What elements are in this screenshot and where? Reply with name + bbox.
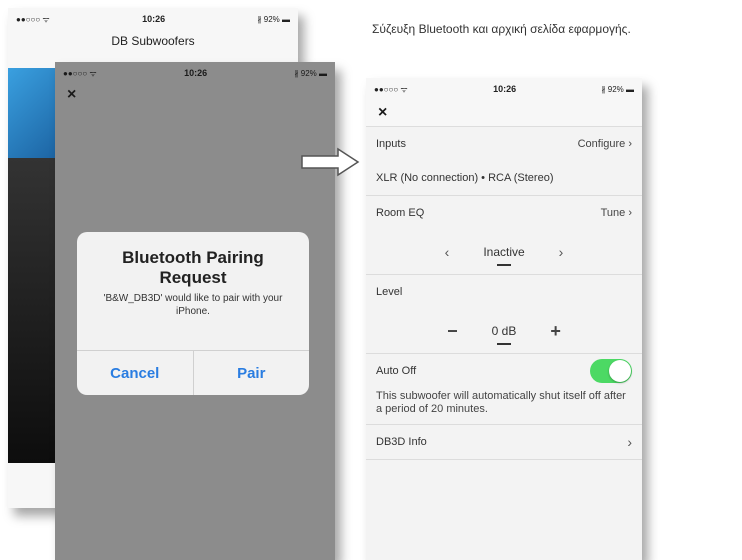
pair-button[interactable]: Pair [192, 351, 310, 395]
auto-off-row: Auto Off [366, 354, 642, 388]
battery-indicator: ∦ 92% ▬ [257, 14, 290, 24]
level-value: 0 dB [491, 324, 517, 338]
room-eq-selector: ‹ Inactive › [366, 230, 642, 275]
room-eq-value: Inactive [483, 245, 525, 259]
close-icon[interactable]: × [55, 84, 335, 106]
inputs-label: Inputs [376, 138, 406, 150]
auto-off-toggle[interactable] [590, 359, 632, 383]
screen-title: DB Subwoofers [111, 34, 195, 48]
status-time: 10:26 [184, 68, 208, 78]
info-row[interactable]: DB3D Info › [366, 425, 642, 460]
bluetooth-pairing-alert: Bluetooth Pairing Request 'B&W_DB3D' wou… [77, 232, 309, 395]
signal-indicator: ●●○○○ ᯤ [374, 84, 408, 94]
minus-button[interactable]: − [447, 321, 458, 342]
status-bar: ●●○○○ ᯤ 10:26 ∦ 92% ▬ [366, 78, 642, 100]
caption: Σύζευξη Bluetooth και αρχική σελίδα εφαρ… [372, 22, 631, 36]
next-chevron-icon[interactable]: › [559, 244, 564, 260]
auto-off-description: This subwoofer will automatically shut i… [366, 388, 642, 425]
pairing-dialog-screenshot: ●●○○○ ᯤ 10:26 ∦ 92% ▬ × Bluetooth Pairin… [55, 62, 335, 560]
close-icon[interactable]: × [366, 100, 642, 126]
inputs-value-text: XLR (No connection) • RCA (Stereo) [376, 172, 554, 184]
info-label: DB3D Info [376, 436, 427, 448]
right-arrow-icon [301, 147, 360, 177]
configure-link[interactable]: Configure › [578, 138, 632, 150]
app-home-screenshot: ●●○○○ ᯤ 10:26 ∦ 92% ▬ × Inputs Configure… [366, 78, 642, 560]
room-eq-row: Room EQ Tune › [366, 196, 642, 230]
level-row: Level [366, 275, 642, 309]
tune-link[interactable]: Tune › [601, 207, 632, 219]
signal-indicator: ●●○○○ ᯤ [16, 14, 50, 24]
status-bar: ●●○○○ ᯤ 10:26 ∦ 92% ▬ [8, 8, 298, 30]
inputs-value: XLR (No connection) • RCA (Stereo) [366, 161, 642, 196]
status-bar: ●●○○○ ᯤ 10:26 ∦ 92% ▬ [55, 62, 335, 84]
signal-indicator: ●●○○○ ᯤ [63, 68, 97, 78]
alert-title: Bluetooth Pairing Request [122, 248, 264, 287]
inputs-row: Inputs Configure › [366, 127, 642, 161]
status-time: 10:26 [142, 14, 166, 24]
alert-buttons: Cancel Pair [77, 350, 309, 395]
room-eq-label: Room EQ [376, 207, 425, 219]
battery-indicator: ∦ 92% ▬ [601, 84, 634, 94]
prev-chevron-icon[interactable]: ‹ [445, 244, 450, 260]
app-header: × [366, 100, 642, 127]
plus-button[interactable]: + [550, 321, 561, 342]
level-label: Level [376, 286, 403, 298]
level-stepper: − 0 dB + [366, 309, 642, 354]
auto-off-label: Auto Off [376, 365, 417, 377]
battery-indicator: ∦ 92% ▬ [294, 68, 327, 78]
toggle-knob [609, 360, 631, 382]
alert-message: 'B&W_DB3D' would like to pair with your … [103, 293, 283, 317]
chevron-right-icon: › [627, 434, 632, 450]
status-time: 10:26 [493, 84, 517, 94]
cancel-button[interactable]: Cancel [77, 351, 193, 395]
